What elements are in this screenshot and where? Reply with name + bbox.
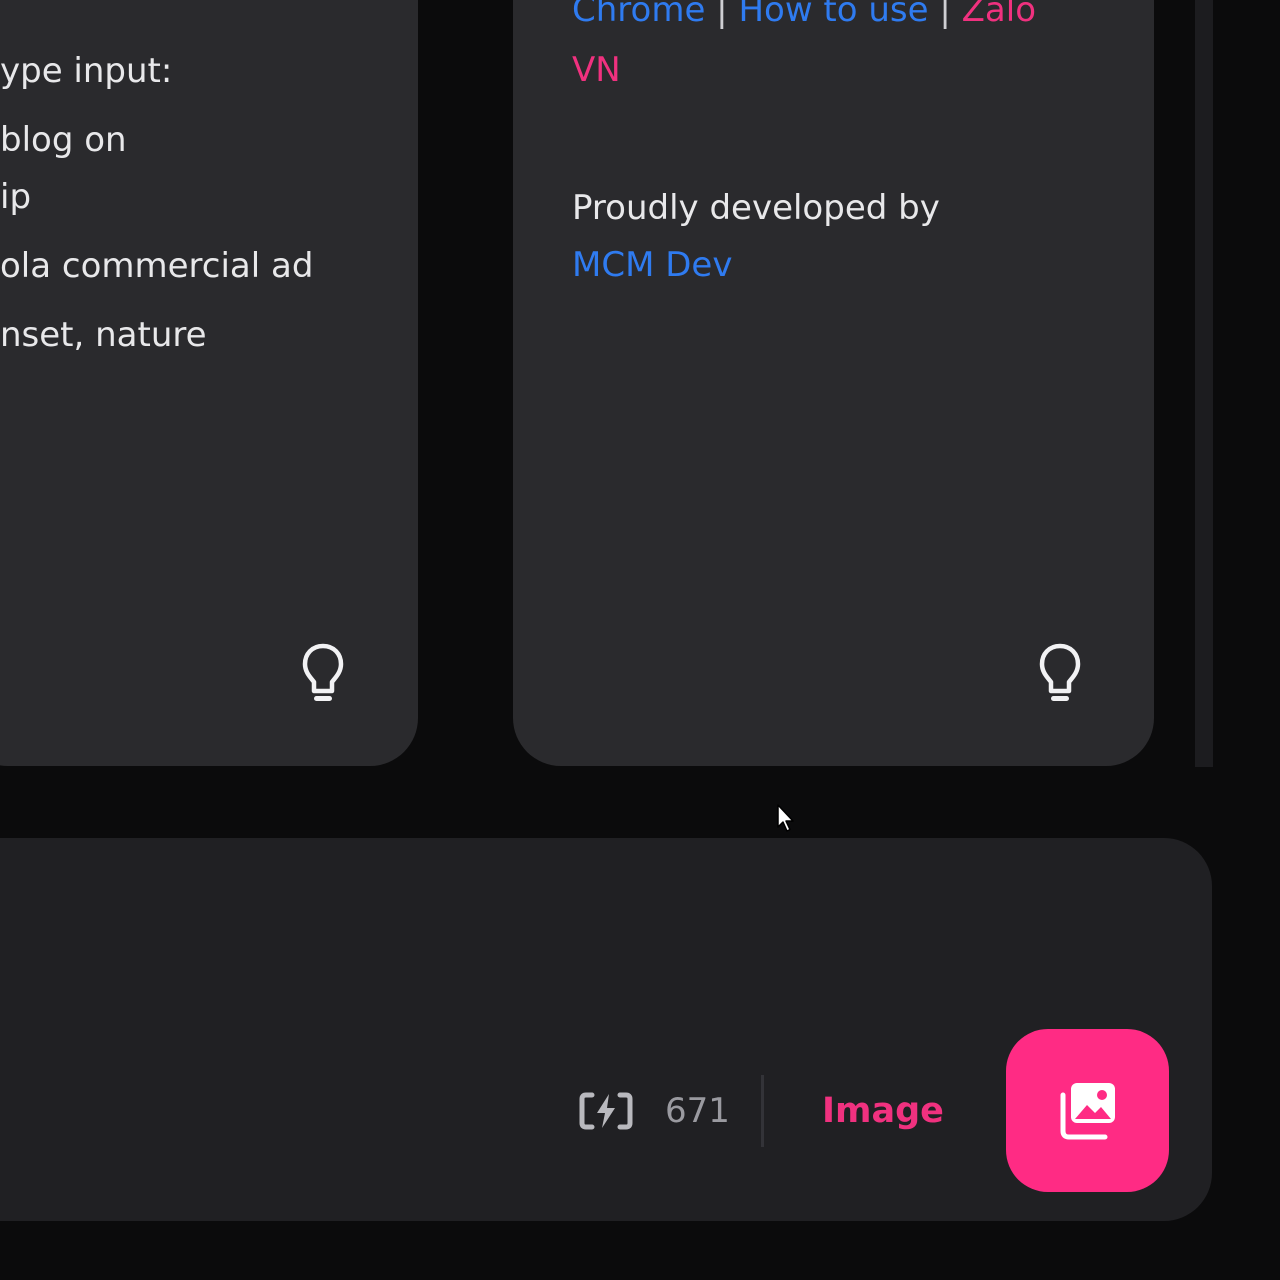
generate-image-button[interactable] (1006, 1029, 1169, 1192)
page: ype input: blog on ip ola commercial ad … (0, 0, 1280, 1280)
scrollbar-track[interactable] (1195, 0, 1213, 767)
footer-links: Chrome | How to use | Zalo (572, 0, 1036, 31)
credits-count: 671 (665, 1091, 730, 1131)
lightbulb-icon[interactable] (301, 642, 345, 704)
mouse-cursor-icon (776, 803, 796, 833)
mode-selector-image[interactable]: Image (822, 1090, 944, 1132)
bolt-credits-icon (578, 1090, 634, 1132)
link-separator: | (705, 0, 739, 30)
image-gallery-icon (1060, 1083, 1115, 1140)
suggestion-line: ype input: (0, 51, 173, 91)
how-to-use-link[interactable]: How to use (738, 0, 928, 30)
suggestion-line[interactable]: ola commercial ad (0, 246, 313, 287)
divider (761, 1075, 764, 1147)
link-separator: | (928, 0, 962, 30)
suggestion-list: ype input: blog on ip ola commercial ad … (0, 0, 420, 420)
chrome-link[interactable]: Chrome (572, 0, 705, 30)
suggestion-line[interactable]: ip (0, 177, 31, 218)
zalo-link[interactable]: Zalo (962, 0, 1036, 30)
lightbulb-icon[interactable] (1038, 642, 1082, 704)
zalo-vn-link[interactable]: VN (572, 50, 621, 91)
suggestion-line[interactable]: nset, nature (0, 315, 207, 356)
mcm-dev-link[interactable]: MCM Dev (572, 245, 732, 286)
credit-text: Proudly developed by (572, 188, 940, 228)
suggestion-line[interactable]: blog on (0, 120, 127, 161)
